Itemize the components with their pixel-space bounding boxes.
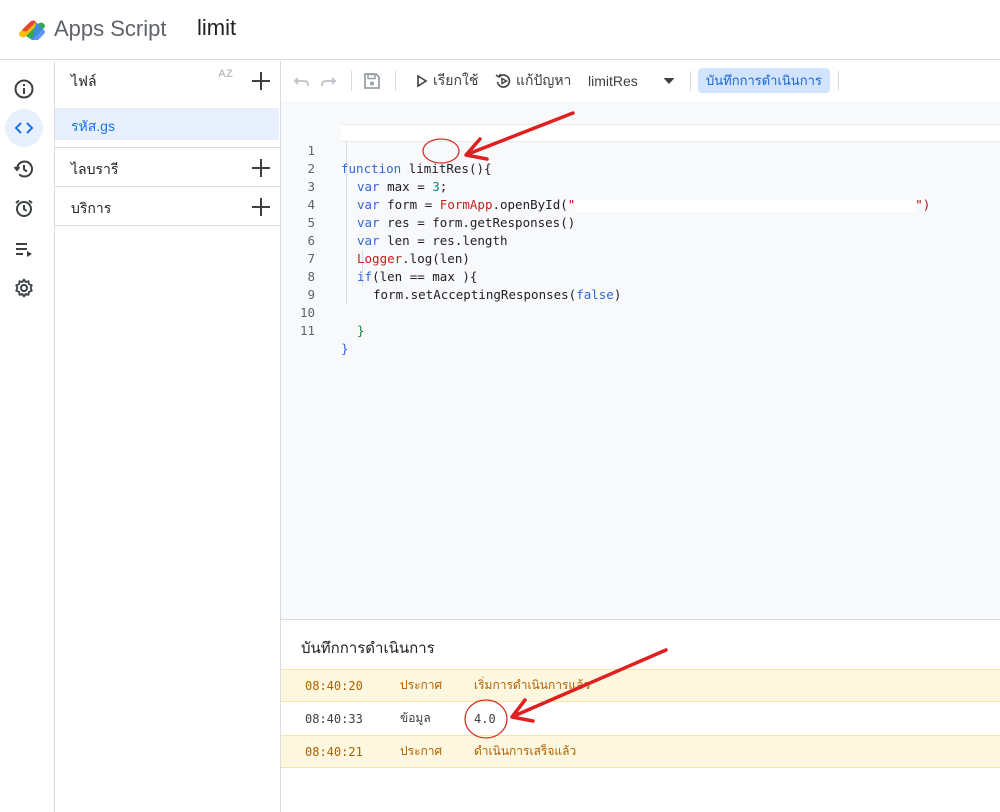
history-icon: [13, 160, 33, 178]
toolbar-divider: [838, 71, 839, 91]
redo-button[interactable]: [319, 61, 337, 101]
executions-icon: [16, 243, 32, 257]
caret-down-icon: [663, 78, 675, 84]
log-row: 08:40:33 ข้อมูล 4.0: [281, 702, 1000, 735]
function-dropdown-button[interactable]: [662, 61, 676, 101]
toolbar-divider: [351, 71, 352, 91]
log-time: 08:40:21: [305, 744, 363, 759]
function-select[interactable]: limitRes: [588, 61, 638, 101]
line-content: var len = res.length: [357, 233, 508, 248]
toolbar-divider: [395, 71, 396, 91]
project-settings-button[interactable]: [5, 269, 43, 307]
file-item[interactable]: รหัส.gs: [55, 108, 279, 140]
log-row: 08:40:20 ประกาศ เริ่มการดำเนินการแล้ว: [281, 669, 1000, 702]
code-line: 10 }: [281, 286, 365, 338]
line-content: }: [357, 323, 365, 338]
line-content: }: [341, 341, 349, 356]
overview-button[interactable]: [5, 70, 43, 108]
line-content: if(len == max ){: [357, 269, 478, 284]
toolbar-divider: [690, 71, 691, 91]
log-type: ประกาศ: [400, 678, 443, 692]
libraries-section[interactable]: ไลบรารี: [55, 147, 281, 186]
log-message: 4.0: [474, 711, 496, 726]
triggers-button[interactable]: [5, 189, 43, 227]
editor-toolbar: เรียกใช้ แก้ปัญหา limitRes บันทึกการดำเน…: [281, 61, 1000, 101]
project-title[interactable]: limit: [197, 15, 236, 41]
sort-az-icon[interactable]: AZ: [218, 69, 233, 80]
add-library-button[interactable]: [251, 158, 271, 178]
code-line: 1 function limitRes(){: [281, 124, 491, 176]
services-label: บริการ: [71, 200, 112, 216]
log-type: ประกาศ: [400, 744, 443, 758]
log-time: 08:40:20: [305, 678, 363, 693]
files-header: ไฟล์ AZ: [55, 61, 281, 101]
execution-log-label: บันทึกการดำเนินการ: [706, 73, 822, 88]
code-lines: 1 function limitRes(){ 2 var max = 3; 3 …: [281, 124, 930, 356]
current-line-highlight: [341, 124, 1000, 142]
run-label: เรียกใช้: [433, 72, 479, 88]
function-name: limitRes: [588, 73, 638, 89]
services-section[interactable]: บริการ: [55, 186, 281, 225]
execution-log-toggle[interactable]: บันทึกการดำเนินการ: [698, 68, 830, 93]
line-content: function limitRes(){: [341, 161, 492, 176]
apps-script-logo[interactable]: [16, 14, 48, 42]
add-service-button[interactable]: [251, 197, 271, 217]
info-icon: [14, 79, 34, 99]
code-line: 6 Logger.log(len): [281, 214, 469, 266]
execution-log-title: บันทึกการดำเนินการ: [301, 640, 435, 657]
save-icon: [364, 73, 380, 89]
line-content: var res = form.getResponses(): [357, 215, 576, 230]
log-message: เริ่มการดำเนินการแล้ว: [474, 678, 591, 692]
files-panel: ไฟล์ AZ รหัส.gs ไลบรารี บริการ: [55, 61, 281, 812]
project-history-button[interactable]: [5, 150, 43, 188]
line-content: var max = 3;: [357, 179, 448, 194]
debug-label: แก้ปัญหา: [516, 72, 572, 88]
line-content: Logger.log(len): [357, 251, 470, 266]
code-icon: [14, 122, 34, 134]
alarm-icon: [15, 199, 33, 217]
top-bar: Apps Script limit: [0, 0, 1000, 60]
execution-log-panel: บันทึกการดำเนินการ 08:40:20 ประกาศ เริ่ม…: [281, 619, 1000, 812]
code-line: 3 var form = FormApp.openById(" "): [281, 160, 930, 212]
code-editor[interactable]: 1 function limitRes(){ 2 var max = 3; 3 …: [281, 101, 1000, 619]
debug-icon: [495, 73, 511, 88]
code-line: 8 form.setAcceptingResponses(false): [281, 250, 621, 302]
app-name: Apps Script: [54, 16, 167, 41]
file-name: รหัส.gs: [71, 118, 115, 134]
debug-button[interactable]: แก้ปัญหา: [494, 61, 571, 101]
executions-button[interactable]: [5, 230, 43, 268]
log-type: ข้อมูล: [400, 711, 431, 725]
add-file-button[interactable]: [251, 71, 271, 91]
line-content: var form = FormApp.openById(" "): [357, 197, 931, 212]
code-line: 9: [281, 268, 326, 302]
save-button[interactable]: [363, 61, 381, 101]
play-icon: [417, 74, 428, 88]
log-time: 08:40:33: [305, 711, 363, 726]
code-line: 11 }: [281, 304, 349, 356]
editor-button[interactable]: [5, 109, 43, 147]
run-button[interactable]: เรียกใช้: [415, 61, 478, 101]
code-line: 2 var max = 3;: [281, 142, 447, 194]
left-nav-rail: [0, 61, 55, 812]
redo-icon: [321, 77, 337, 86]
log-message: ดำเนินการเสร็จแล้ว: [474, 744, 577, 758]
undo-icon: [293, 77, 309, 86]
libraries-label: ไลบรารี: [71, 161, 119, 177]
redacted-form-id: [575, 199, 916, 212]
settings-icon: [15, 278, 33, 298]
code-line: 4 var res = form.getResponses(): [281, 178, 575, 230]
divider: [55, 225, 281, 226]
line-content: form.setAcceptingResponses(false): [373, 287, 622, 302]
undo-button[interactable]: [293, 61, 311, 101]
line-number: 11: [299, 323, 315, 338]
log-row: 08:40:21 ประกาศ ดำเนินการเสร็จแล้ว: [281, 735, 1000, 768]
code-line: 7 if(len == max ){: [281, 232, 477, 284]
files-title: ไฟล์: [71, 73, 97, 89]
code-line: 5 var len = res.length: [281, 196, 507, 248]
